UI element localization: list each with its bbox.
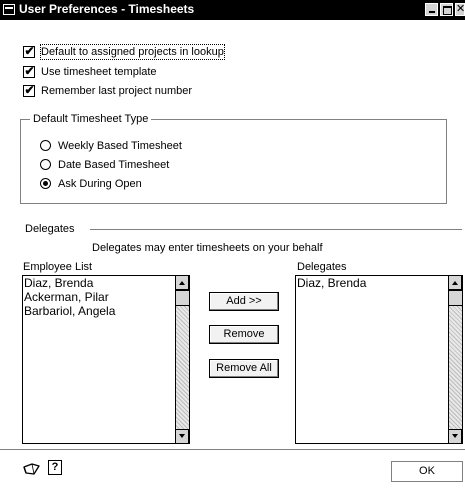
delegates-note: Delegates may enter timesheets on your b… [92,242,323,254]
checkmark-icon: ✔ [24,83,35,97]
default-assigned-option[interactable]: ✔ Default to assigned projects in lookup [23,44,233,60]
arrow-up-icon [179,281,185,285]
use-template-option[interactable]: ✔ Use timesheet template [23,64,173,80]
close-icon[interactable]: ✕ [455,3,465,16]
minimize-icon[interactable] [425,3,438,16]
timesheet-type-title: Default Timesheet Type [30,113,152,126]
footer-divider [0,449,465,450]
radio-ask-label: Ask During Open [58,178,142,190]
default-assigned-label: Default to assigned projects in lookup [40,44,225,60]
radio-date-label: Date Based Timesheet [58,159,170,171]
system-menu-icon[interactable] [3,4,15,15]
remember-project-checkbox[interactable]: ✔ [23,83,35,97]
employee-list-item[interactable]: Diaz, Brenda [23,276,189,290]
radio-weekly[interactable]: Weekly Based Timesheet [40,139,190,153]
delegates-scrollbar[interactable] [448,276,462,443]
use-template-label: Use timesheet template [41,66,157,78]
remove-delegate-button[interactable]: Remove [209,325,279,344]
employee-scrollbar[interactable] [175,276,189,443]
user-preferences-window: User Preferences - Timesheets ✕ ✔ Defaul… [0,0,465,494]
scroll-up-button[interactable] [176,276,189,290]
delegates-divider [90,229,462,230]
help-icon[interactable]: ? [48,460,62,475]
scroll-down-button[interactable] [176,429,189,443]
radio-button-selected[interactable] [40,178,51,189]
checkmark-icon: ✔ [24,64,35,78]
add-delegate-button[interactable]: Add >> [209,292,279,311]
maximize-icon[interactable] [440,3,453,16]
arrow-down-icon [179,434,185,438]
scroll-down-button[interactable] [449,429,462,443]
employee-list-item[interactable]: Barbariol, Angela [23,304,189,318]
window-title: User Preferences - Timesheets [19,2,195,16]
employee-listbox[interactable]: Diaz, Brenda Ackerman, Pilar Barbariol, An… [22,275,190,444]
employee-list-label: Employee List [23,261,93,273]
remember-project-option[interactable]: ✔ Remember last project number [23,83,223,99]
radio-button[interactable] [40,159,51,170]
title-bar[interactable]: User Preferences - Timesheets ✕ [0,0,465,20]
delegate-items: Diaz, Brenda [296,276,462,290]
delegates-list-label: Delegates [297,261,347,273]
use-template-checkbox[interactable]: ✔ [23,64,35,78]
note-icon[interactable] [22,461,42,477]
default-assigned-checkbox[interactable]: ✔ [23,44,35,58]
employee-items: Diaz, Brenda Ackerman, Pilar Barbariol, An… [23,276,189,318]
radio-weekly-label: Weekly Based Timesheet [58,140,182,152]
scroll-thumb[interactable] [449,290,462,306]
radio-dot-icon [43,181,48,186]
radio-button[interactable] [40,140,51,151]
arrow-down-icon [452,434,458,438]
remember-project-label: Remember last project number [41,85,193,97]
scroll-thumb[interactable] [176,290,189,306]
arrow-up-icon [452,281,458,285]
remove-all-button[interactable]: Remove All [209,359,279,378]
checkmark-icon: ✔ [24,44,35,58]
delegates-section-title: Delegates [25,223,75,235]
delegates-listbox[interactable]: Diaz, Brenda [295,275,463,444]
scroll-up-button[interactable] [449,276,462,290]
employee-list-item[interactable]: Ackerman, Pilar [23,290,189,304]
radio-ask-during-open[interactable]: Ask During Open [40,177,190,191]
radio-date[interactable]: Date Based Timesheet [40,158,190,172]
ok-button[interactable]: OK [391,461,463,482]
delegate-list-item[interactable]: Diaz, Brenda [296,276,462,290]
